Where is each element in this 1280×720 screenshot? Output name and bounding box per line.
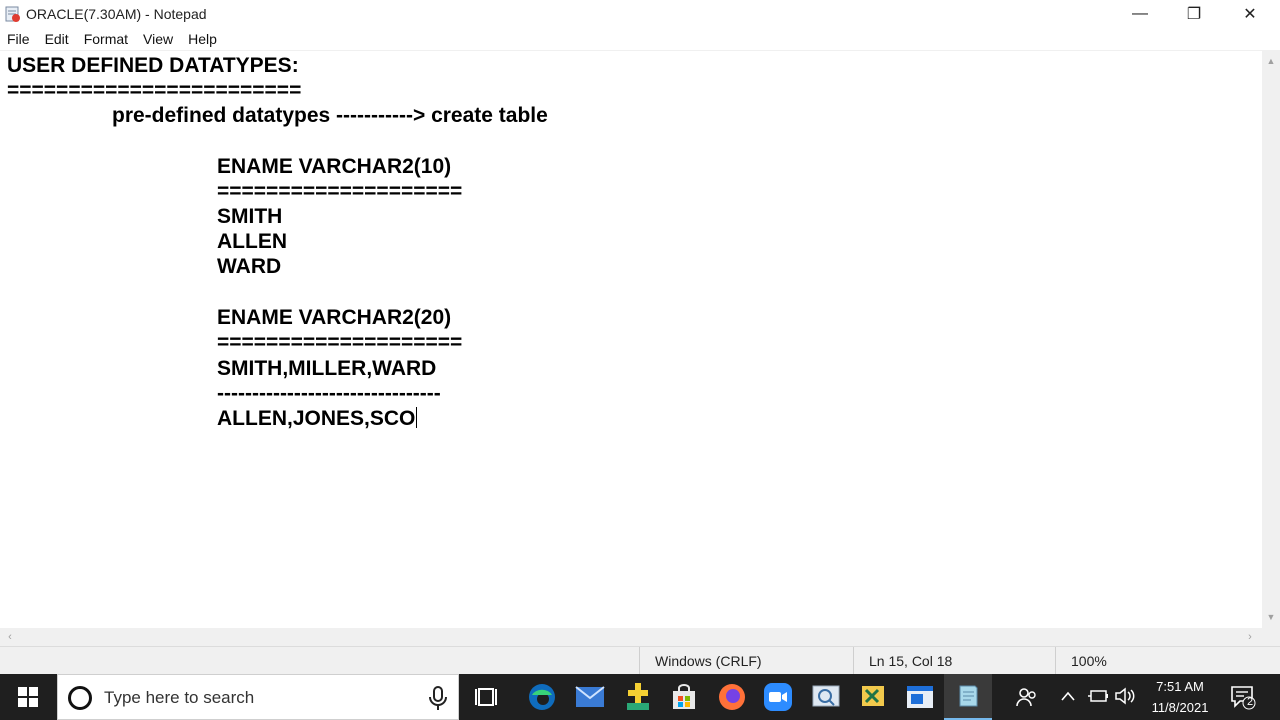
minimize-button[interactable]: — <box>1112 0 1168 28</box>
start-button[interactable] <box>0 674 56 720</box>
search-placeholder: Type here to search <box>104 688 255 707</box>
editor-line: -------------------------------- <box>217 382 441 405</box>
editor-line: ENAME VARCHAR2(10) <box>217 155 452 178</box>
task-view-button[interactable] <box>463 674 511 720</box>
taskbar: Type here to search 7:51 AM 11/8/2021 2 <box>0 674 1280 720</box>
taskbar-window-app[interactable] <box>896 674 944 720</box>
status-zoom: 100% <box>1055 647 1280 675</box>
menu-view[interactable]: View <box>143 31 173 47</box>
maximize-button[interactable]: ❐ <box>1166 0 1222 28</box>
store-bag-icon <box>673 684 695 709</box>
windows-logo-icon <box>18 687 38 707</box>
status-cursor-position: Ln 15, Col 18 <box>853 647 1055 675</box>
text-caret <box>416 407 418 428</box>
horizontal-scrollbar[interactable]: ‹ › <box>0 628 1262 646</box>
text-editor[interactable]: USER DEFINED DATATYPES: ================… <box>0 50 1262 628</box>
window-title: ORACLE(7.30AM) - Notepad <box>26 6 207 22</box>
editor-line: ENAME VARCHAR2(20) <box>217 306 452 329</box>
notepad-taskbar-icon <box>959 685 978 707</box>
clock-time[interactable]: 7:51 AM <box>1142 679 1218 694</box>
spreadsheet-tool-icon <box>862 686 884 706</box>
scroll-up-arrow-icon[interactable]: ▲ <box>1262 52 1280 70</box>
editor-line-current: ALLEN,JONES,SCO <box>217 406 418 431</box>
current-line-text: ALLEN,JONES,SCO <box>217 407 416 430</box>
cortana-circle-icon <box>68 686 92 710</box>
taskbar-notepad[interactable] <box>944 674 992 720</box>
editor-line: ALLEN <box>217 230 287 253</box>
scroll-right-arrow-icon[interactable]: › <box>1241 628 1259 646</box>
menu-help[interactable]: Help <box>188 31 217 47</box>
taskbar-store[interactable] <box>660 674 708 720</box>
clock-date[interactable]: 11/8/2021 <box>1142 700 1218 715</box>
taskbar-excel-like[interactable] <box>850 674 898 720</box>
notepad-app-icon <box>5 6 20 22</box>
people-icon[interactable] <box>1016 687 1038 707</box>
taskbar-edge[interactable] <box>518 674 566 720</box>
title-bar[interactable]: ORACLE(7.30AM) - Notepad — ❐ ✕ <box>0 0 1280 28</box>
firefox-icon <box>719 684 745 710</box>
scroll-left-arrow-icon[interactable]: ‹ <box>1 628 19 646</box>
mail-icon <box>575 686 605 707</box>
taskbar-search[interactable]: Type here to search <box>57 674 459 720</box>
editor-line: SMITH <box>217 205 283 228</box>
editor-line: USER DEFINED DATATYPES: <box>7 54 299 77</box>
menu-file[interactable]: File <box>7 31 30 47</box>
task-view-icon <box>475 688 497 706</box>
editor-line: ==================== <box>217 180 463 203</box>
editor-line: WARD <box>217 255 282 278</box>
editor-line: pre-defined datatypes -----------> creat… <box>112 104 548 127</box>
status-bar: Windows (CRLF) Ln 15, Col 18 100% <box>0 646 1280 675</box>
taskbar-zoom[interactable] <box>754 674 802 720</box>
app-launcher-icon <box>627 683 649 710</box>
battery-plug-icon[interactable] <box>1087 688 1109 704</box>
edge-browser-icon <box>529 684 555 710</box>
taskbar-search-app[interactable] <box>802 674 850 720</box>
magnifier-window-icon <box>812 685 840 707</box>
scrollbar-corner <box>1262 628 1280 646</box>
chevron-up-icon[interactable] <box>1061 691 1075 701</box>
notification-count: 2 <box>1246 696 1254 708</box>
close-button[interactable]: ✕ <box>1222 0 1278 28</box>
editor-line: ======================== <box>7 79 302 102</box>
editor-line: ==================== <box>217 331 463 354</box>
taskbar-app-green[interactable] <box>614 674 662 720</box>
taskbar-mail[interactable] <box>566 674 614 720</box>
zoom-video-icon <box>764 683 792 711</box>
status-line-ending: Windows (CRLF) <box>639 647 853 675</box>
scroll-down-arrow-icon[interactable]: ▼ <box>1262 608 1280 626</box>
speaker-icon[interactable] <box>1114 687 1136 705</box>
taskbar-firefox[interactable] <box>708 674 756 720</box>
editor-line: SMITH,MILLER,WARD <box>217 357 437 380</box>
menu-format[interactable]: Format <box>84 31 128 47</box>
microphone-icon[interactable] <box>426 685 450 711</box>
window-app-icon <box>907 686 933 708</box>
menu-edit[interactable]: Edit <box>45 31 69 47</box>
vertical-scrollbar[interactable]: ▲ ▼ <box>1262 50 1280 628</box>
menu-bar: File Edit Format View Help <box>0 29 1280 49</box>
